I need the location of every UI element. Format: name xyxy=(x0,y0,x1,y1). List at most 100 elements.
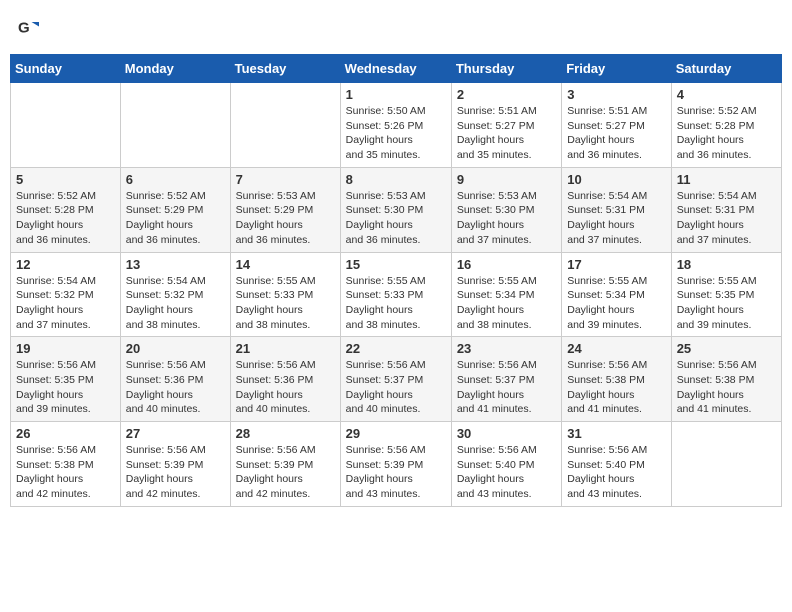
day-number: 4 xyxy=(677,87,776,102)
calendar-cell: 4 Sunrise: 5:52 AMSunset: 5:28 PMDaylight… xyxy=(671,83,781,168)
day-info: Sunrise: 5:52 AMSunset: 5:28 PMDaylight … xyxy=(677,104,776,163)
calendar-cell: 22 Sunrise: 5:56 AMSunset: 5:37 PMDayligh… xyxy=(340,337,451,422)
calendar-cell xyxy=(120,83,230,168)
day-info: Sunrise: 5:51 AMSunset: 5:27 PMDaylight … xyxy=(457,104,556,163)
calendar-cell: 20 Sunrise: 5:56 AMSunset: 5:36 PMDayligh… xyxy=(120,337,230,422)
day-number: 5 xyxy=(16,172,115,187)
calendar-cell: 12Sunrise: 5:54 AMSunset: 5:32 PMDayligh… xyxy=(11,252,121,337)
day-number: 29 xyxy=(346,426,446,441)
day-info: Sunrise: 5:54 AMSunset: 5:31 PMDaylight … xyxy=(677,189,776,248)
svg-text:G: G xyxy=(18,20,30,37)
day-info: Sunrise: 5:52 AMSunset: 5:28 PMDaylight … xyxy=(16,189,115,248)
logo-icon: G xyxy=(18,16,42,40)
calendar-cell: 9 Sunrise: 5:53 AMSunset: 5:30 PMDaylight… xyxy=(451,167,561,252)
day-number: 27 xyxy=(126,426,225,441)
calendar-cell: 18 Sunrise: 5:55 AMSunset: 5:35 PMDayligh… xyxy=(671,252,781,337)
day-number: 19 xyxy=(16,341,115,356)
day-info: Sunrise: 5:55 AMSunset: 5:34 PMDaylight … xyxy=(567,274,665,333)
day-info: Sunrise: 5:54 AMSunset: 5:32 PMDaylight … xyxy=(126,274,225,333)
day-info: Sunrise: 5:56 AMSunset: 5:37 PMDaylight … xyxy=(346,358,446,417)
calendar-cell: 19 Sunrise: 5:56 AMSunset: 5:35 PMDayligh… xyxy=(11,337,121,422)
calendar-cell: 25Sunrise: 5:56 AMSunset: 5:38 PMDayligh… xyxy=(671,337,781,422)
weekday-header: Tuesday xyxy=(230,55,340,83)
calendar-cell: 30 Sunrise: 5:56 AMSunset: 5:40 PMDayligh… xyxy=(451,422,561,507)
calendar-cell: 7Sunrise: 5:53 AMSunset: 5:29 PMDaylight… xyxy=(230,167,340,252)
day-number: 11 xyxy=(677,172,776,187)
day-number: 10 xyxy=(567,172,665,187)
day-info: Sunrise: 5:50 AMSunset: 5:26 PMDaylight … xyxy=(346,104,446,163)
day-info: Sunrise: 5:52 AMSunset: 5:29 PMDaylight … xyxy=(126,189,225,248)
day-number: 20 xyxy=(126,341,225,356)
day-info: Sunrise: 5:56 AMSunset: 5:36 PMDaylight … xyxy=(236,358,335,417)
day-number: 31 xyxy=(567,426,665,441)
day-info: Sunrise: 5:51 AMSunset: 5:27 PMDaylight … xyxy=(567,104,665,163)
day-number: 26 xyxy=(16,426,115,441)
weekday-header: Sunday xyxy=(11,55,121,83)
day-info: Sunrise: 5:56 AMSunset: 5:38 PMDaylight … xyxy=(16,443,115,502)
day-number: 28 xyxy=(236,426,335,441)
day-info: Sunrise: 5:55 AMSunset: 5:33 PMDaylight … xyxy=(236,274,335,333)
day-info: Sunrise: 5:55 AMSunset: 5:33 PMDaylight … xyxy=(346,274,446,333)
calendar-cell: 3 Sunrise: 5:51 AMSunset: 5:27 PMDaylight… xyxy=(562,83,671,168)
day-info: Sunrise: 5:56 AMSunset: 5:35 PMDaylight … xyxy=(16,358,115,417)
day-number: 23 xyxy=(457,341,556,356)
calendar-cell: 23 Sunrise: 5:56 AMSunset: 5:37 PMDayligh… xyxy=(451,337,561,422)
day-info: Sunrise: 5:55 AMSunset: 5:35 PMDaylight … xyxy=(677,274,776,333)
weekday-header: Friday xyxy=(562,55,671,83)
calendar-table: SundayMondayTuesdayWednesdayThursdayFrid… xyxy=(10,54,782,507)
day-info: Sunrise: 5:56 AMSunset: 5:36 PMDaylight … xyxy=(126,358,225,417)
calendar-cell: 24Sunrise: 5:56 AMSunset: 5:38 PMDayligh… xyxy=(562,337,671,422)
calendar-cell: 1 Sunrise: 5:50 AMSunset: 5:26 PMDaylight… xyxy=(340,83,451,168)
calendar-cell: 8 Sunrise: 5:53 AMSunset: 5:30 PMDaylight… xyxy=(340,167,451,252)
day-info: Sunrise: 5:54 AMSunset: 5:31 PMDaylight … xyxy=(567,189,665,248)
day-number: 1 xyxy=(346,87,446,102)
calendar-cell: 21 Sunrise: 5:56 AMSunset: 5:36 PMDayligh… xyxy=(230,337,340,422)
calendar-week-row: 12Sunrise: 5:54 AMSunset: 5:32 PMDayligh… xyxy=(11,252,782,337)
day-number: 22 xyxy=(346,341,446,356)
day-number: 2 xyxy=(457,87,556,102)
day-number: 18 xyxy=(677,257,776,272)
day-number: 7 xyxy=(236,172,335,187)
weekday-header: Thursday xyxy=(451,55,561,83)
calendar-header-row: SundayMondayTuesdayWednesdayThursdayFrid… xyxy=(11,55,782,83)
day-number: 9 xyxy=(457,172,556,187)
day-number: 3 xyxy=(567,87,665,102)
calendar-week-row: 5 Sunrise: 5:52 AMSunset: 5:28 PMDaylight… xyxy=(11,167,782,252)
calendar-cell: 10 Sunrise: 5:54 AMSunset: 5:31 PMDayligh… xyxy=(562,167,671,252)
day-info: Sunrise: 5:56 AMSunset: 5:39 PMDaylight … xyxy=(346,443,446,502)
calendar-cell: 28 Sunrise: 5:56 AMSunset: 5:39 PMDayligh… xyxy=(230,422,340,507)
day-number: 21 xyxy=(236,341,335,356)
calendar-cell: 29 Sunrise: 5:56 AMSunset: 5:39 PMDayligh… xyxy=(340,422,451,507)
day-number: 17 xyxy=(567,257,665,272)
calendar-cell: 17 Sunrise: 5:55 AMSunset: 5:34 PMDayligh… xyxy=(562,252,671,337)
day-info: Sunrise: 5:56 AMSunset: 5:37 PMDaylight … xyxy=(457,358,556,417)
calendar-cell: 31 Sunrise: 5:56 AMSunset: 5:40 PMDayligh… xyxy=(562,422,671,507)
day-number: 15 xyxy=(346,257,446,272)
day-info: Sunrise: 5:53 AMSunset: 5:30 PMDaylight … xyxy=(457,189,556,248)
day-info: Sunrise: 5:56 AMSunset: 5:40 PMDaylight … xyxy=(567,443,665,502)
calendar-cell xyxy=(11,83,121,168)
day-info: Sunrise: 5:56 AMSunset: 5:38 PMDaylight … xyxy=(567,358,665,417)
calendar-cell: 2 Sunrise: 5:51 AMSunset: 5:27 PMDaylight… xyxy=(451,83,561,168)
day-number: 30 xyxy=(457,426,556,441)
calendar-cell: 15 Sunrise: 5:55 AMSunset: 5:33 PMDayligh… xyxy=(340,252,451,337)
day-info: Sunrise: 5:56 AMSunset: 5:40 PMDaylight … xyxy=(457,443,556,502)
calendar-week-row: 19 Sunrise: 5:56 AMSunset: 5:35 PMDayligh… xyxy=(11,337,782,422)
day-number: 13 xyxy=(126,257,225,272)
calendar-cell: 13 Sunrise: 5:54 AMSunset: 5:32 PMDayligh… xyxy=(120,252,230,337)
calendar-cell: 6Sunrise: 5:52 AMSunset: 5:29 PMDaylight… xyxy=(120,167,230,252)
calendar-cell: 11 Sunrise: 5:54 AMSunset: 5:31 PMDayligh… xyxy=(671,167,781,252)
weekday-header: Monday xyxy=(120,55,230,83)
day-number: 8 xyxy=(346,172,446,187)
calendar-cell: 27Sunrise: 5:56 AMSunset: 5:39 PMDayligh… xyxy=(120,422,230,507)
day-number: 16 xyxy=(457,257,556,272)
calendar-week-row: 26 Sunrise: 5:56 AMSunset: 5:38 PMDayligh… xyxy=(11,422,782,507)
day-info: Sunrise: 5:56 AMSunset: 5:38 PMDaylight … xyxy=(677,358,776,417)
calendar-cell: 26 Sunrise: 5:56 AMSunset: 5:38 PMDayligh… xyxy=(11,422,121,507)
day-info: Sunrise: 5:53 AMSunset: 5:30 PMDaylight … xyxy=(346,189,446,248)
calendar-week-row: 1 Sunrise: 5:50 AMSunset: 5:26 PMDaylight… xyxy=(11,83,782,168)
day-number: 14 xyxy=(236,257,335,272)
calendar-cell: 14 Sunrise: 5:55 AMSunset: 5:33 PMDayligh… xyxy=(230,252,340,337)
day-info: Sunrise: 5:56 AMSunset: 5:39 PMDaylight … xyxy=(236,443,335,502)
calendar-cell xyxy=(671,422,781,507)
